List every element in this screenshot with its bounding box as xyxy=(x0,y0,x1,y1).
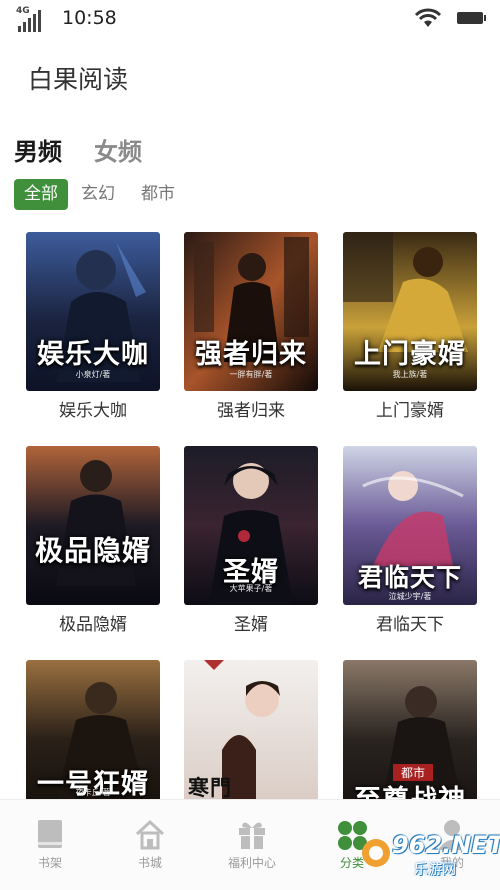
book-cover[interactable]: 一号狂婿 夜卡丘/著 xyxy=(26,660,160,819)
book-title[interactable]: 娱乐大咖 xyxy=(16,396,170,421)
category-all[interactable]: 全部 xyxy=(14,179,68,210)
watermark-main: 962.NET xyxy=(392,831,500,859)
cover-author: 泣城少宇/著 xyxy=(388,592,432,601)
book-grid: 娱乐大咖 小泉灯/著 娱乐大咖 强者归来 一胖有胖/著 强者归来 上门豪婿 我上… xyxy=(0,0,500,889)
tab-male[interactable]: 男频 xyxy=(14,132,62,167)
network-type: 4G xyxy=(16,6,30,16)
watermark: 962.NET 乐游网 xyxy=(358,829,500,885)
status-bar: 4G 10:58 xyxy=(0,0,500,38)
category-fantasy[interactable]: 玄幻 xyxy=(81,179,115,210)
home-icon xyxy=(134,818,166,852)
book-cover[interactable]: 上门豪婿 我上族/著 xyxy=(343,232,477,391)
cover-author: 我上族/著 xyxy=(392,370,428,379)
book-title[interactable]: 强者归来 xyxy=(174,396,328,421)
category-urban[interactable]: 都市 xyxy=(141,179,175,210)
book-title[interactable]: 君临天下 xyxy=(333,610,487,635)
nav-label: 福利中心 xyxy=(227,856,276,870)
gift-icon xyxy=(236,818,268,852)
book-cover[interactable]: 都市 至尊战神 xyxy=(343,660,477,819)
book-cover[interactable]: 君临天下 泣城少宇/著 xyxy=(343,446,477,605)
cover-title: 寒門 xyxy=(188,776,232,800)
book-title[interactable]: 极品隐婿 xyxy=(16,610,170,635)
cover-author: 大苹果子/著 xyxy=(229,584,273,593)
book-cover[interactable]: 圣婿 大苹果子/著 xyxy=(184,446,318,605)
nav-bookstore[interactable]: 书城 xyxy=(110,818,190,878)
book-cover[interactable]: 强者归来 一胖有胖/著 xyxy=(184,232,318,391)
cover-author: 小泉灯/著 xyxy=(75,370,111,379)
book-cover[interactable]: 寒門 xyxy=(184,660,318,819)
cover-author: 夜卡丘/著 xyxy=(75,788,111,797)
nav-welfare[interactable]: 福利中心 xyxy=(212,818,292,878)
cover-author: 一胖有胖/著 xyxy=(229,370,273,379)
cover-title: 君临天下 xyxy=(357,563,462,592)
cover-title: 娱乐大咖 xyxy=(37,339,149,370)
wifi-icon xyxy=(414,8,442,27)
signal-icon: 4G xyxy=(16,6,46,32)
battery-icon xyxy=(457,12,486,24)
book-title[interactable]: 上门豪婿 xyxy=(333,396,487,421)
watermark-sub: 乐游网 xyxy=(414,862,456,878)
tab-female[interactable]: 女频 xyxy=(94,132,142,167)
status-time: 10:58 xyxy=(62,7,117,29)
nav-label: 书架 xyxy=(37,856,62,870)
app-title: 白果阅读 xyxy=(28,65,129,94)
cover-title: 极品隐婿 xyxy=(34,534,151,567)
watermark-logo-icon xyxy=(362,839,390,867)
book-title[interactable]: 圣婿 xyxy=(174,610,328,635)
nav-bookshelf[interactable]: 书架 xyxy=(10,818,90,878)
book-cover[interactable]: 娱乐大咖 小泉灯/著 xyxy=(26,232,160,391)
nav-label: 书城 xyxy=(137,856,162,870)
book-cover[interactable]: 极品隐婿 xyxy=(26,446,160,605)
cover-title: 强者归来 xyxy=(195,339,307,370)
cover-title: 上门豪婿 xyxy=(354,339,466,370)
book-icon xyxy=(34,818,66,852)
